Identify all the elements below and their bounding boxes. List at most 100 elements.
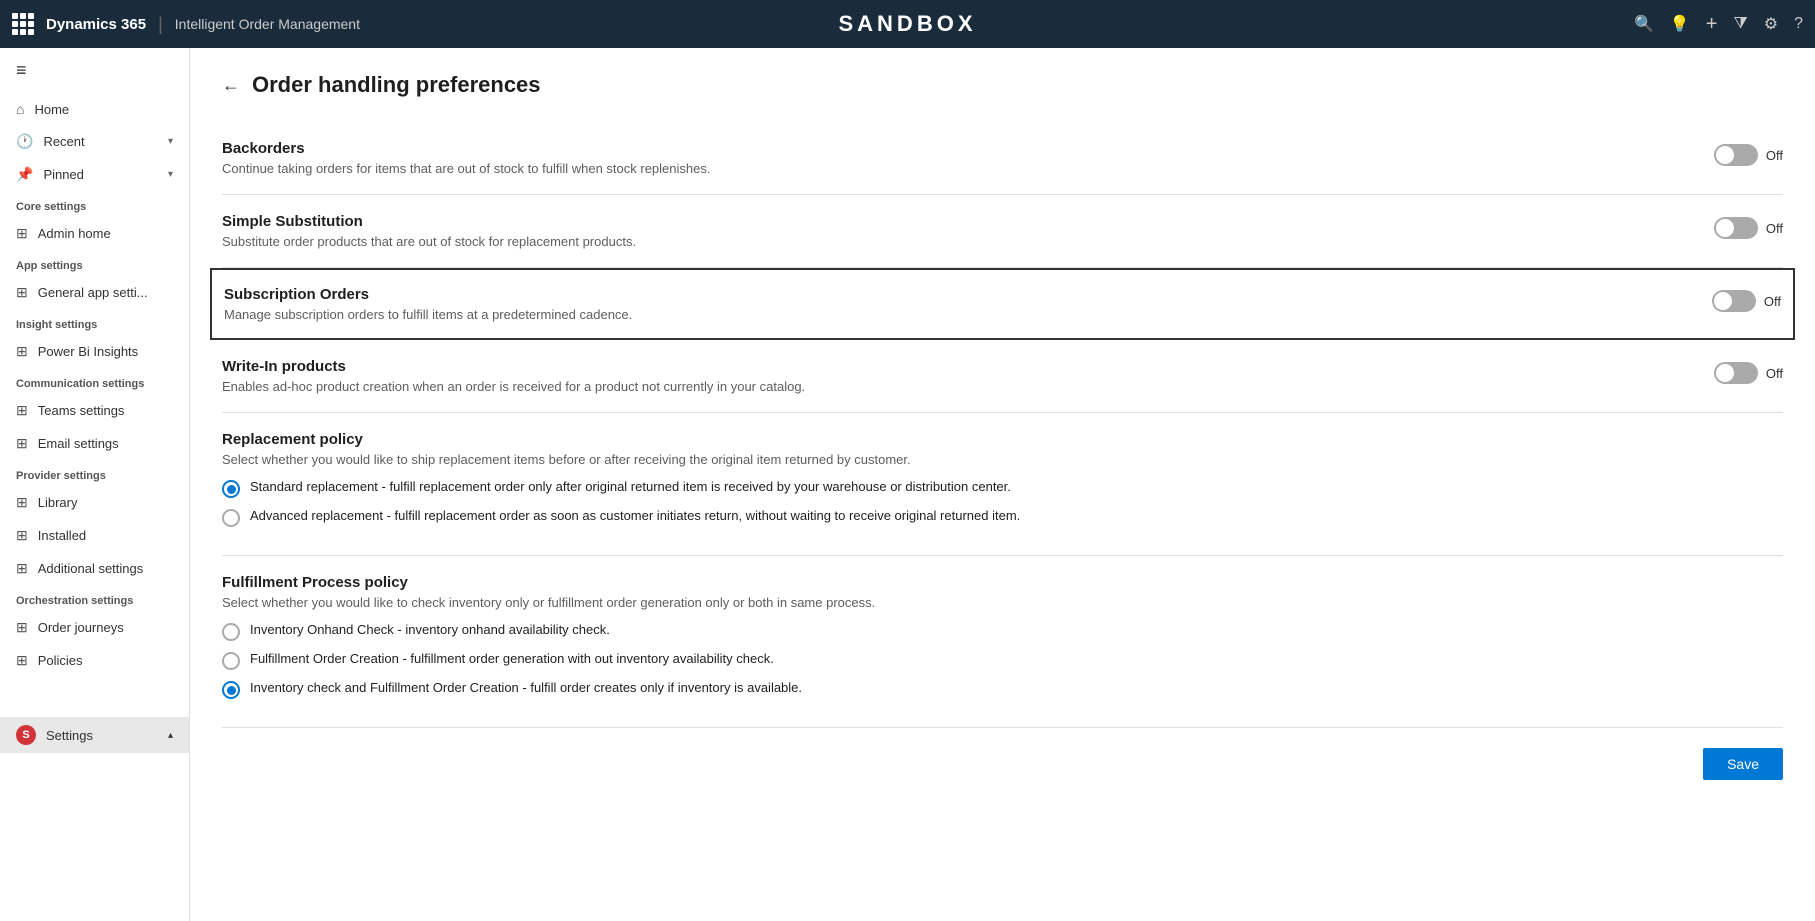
sidebar-admin-home-label: Admin home xyxy=(38,226,111,241)
sidebar-item-recent[interactable]: 🕐 Recent ▾ xyxy=(0,125,189,158)
section-insight-settings: Insight settings xyxy=(0,309,189,335)
replacement-policy-section: Replacement policy Select whether you wo… xyxy=(222,413,1783,556)
radio-fulfillment-order-creation[interactable]: Fulfillment Order Creation - fulfillment… xyxy=(222,651,1783,670)
sidebar-item-installed[interactable]: ⊞ Installed xyxy=(0,519,189,552)
setting-info-subscription-orders: Subscription Orders Manage subscription … xyxy=(224,286,1688,322)
brand-name[interactable]: Dynamics 365 xyxy=(46,16,146,33)
lightbulb-icon[interactable]: 💡 xyxy=(1670,14,1690,34)
sidebar-library-label: Library xyxy=(38,495,78,510)
toggle-group-write-in-products: Off xyxy=(1714,362,1783,384)
toggle-label-simple-substitution: Off xyxy=(1766,221,1783,236)
radio-circle-inventory-onhand xyxy=(222,623,240,641)
setting-row-write-in-products: Write-In products Enables ad-hoc product… xyxy=(222,340,1783,413)
sidebar: ≡ ⌂ Home 🕐 Recent ▾ 📌 Pinned ▾ Core sett… xyxy=(0,48,190,921)
sidebar-item-admin-home[interactable]: ⊞ Admin home xyxy=(0,217,189,250)
settings-chevron: ▴ xyxy=(168,730,173,741)
sidebar-general-app-label: General app setti... xyxy=(38,285,148,300)
recent-icon: 🕐 xyxy=(16,133,33,150)
sidebar-item-email-settings[interactable]: ⊞ Email settings xyxy=(0,427,189,460)
radio-inventory-and-fulfillment[interactable]: Inventory check and Fulfillment Order Cr… xyxy=(222,680,1783,699)
toggle-label-backorders: Off xyxy=(1766,148,1783,163)
radio-circle-standard xyxy=(222,480,240,498)
sidebar-email-label: Email settings xyxy=(38,436,119,451)
email-icon: ⊞ xyxy=(16,435,28,452)
replacement-policy-title: Replacement policy xyxy=(222,431,1783,448)
main-layout: ≡ ⌂ Home 🕐 Recent ▾ 📌 Pinned ▾ Core sett… xyxy=(0,48,1815,921)
sidebar-item-general-app[interactable]: ⊞ General app setti... xyxy=(0,276,189,309)
hamburger-icon[interactable]: ≡ xyxy=(0,48,189,93)
sidebar-settings-label: Settings xyxy=(46,728,93,743)
order-journeys-icon: ⊞ xyxy=(16,619,28,636)
sidebar-item-power-bi[interactable]: ⊞ Power Bi Insights xyxy=(0,335,189,368)
replacement-policy-desc: Select whether you would like to ship re… xyxy=(222,452,1783,467)
toggle-group-simple-substitution: Off xyxy=(1714,217,1783,239)
toggle-simple-substitution[interactable] xyxy=(1714,217,1758,239)
setting-desc-subscription-orders: Manage subscription orders to fulfill it… xyxy=(224,307,1688,322)
radio-label-inventory-onhand: Inventory Onhand Check - inventory onhan… xyxy=(250,622,610,637)
fulfillment-policy-section: Fulfillment Process policy Select whethe… xyxy=(222,556,1783,728)
setting-desc-simple-substitution: Substitute order products that are out o… xyxy=(222,234,1690,249)
toggle-group-subscription-orders: Off xyxy=(1712,290,1781,312)
top-nav: Dynamics 365 | Intelligent Order Managem… xyxy=(0,0,1815,48)
setting-name-simple-substitution: Simple Substitution xyxy=(222,213,1690,230)
home-icon: ⌂ xyxy=(16,101,24,117)
settings-badge: S xyxy=(16,725,36,745)
pinned-chevron: ▾ xyxy=(168,169,173,180)
sidebar-item-home[interactable]: ⌂ Home xyxy=(0,93,189,125)
toggle-label-write-in-products: Off xyxy=(1766,366,1783,381)
waffle-icon[interactable] xyxy=(12,13,34,35)
help-icon[interactable]: ? xyxy=(1794,15,1803,33)
setting-name-backorders: Backorders xyxy=(222,140,1690,157)
sidebar-additional-label: Additional settings xyxy=(38,561,144,576)
radio-label-fulfillment-order-creation: Fulfillment Order Creation - fulfillment… xyxy=(250,651,774,666)
sidebar-power-bi-label: Power Bi Insights xyxy=(38,344,138,359)
toggle-backorders[interactable] xyxy=(1714,144,1758,166)
teams-icon: ⊞ xyxy=(16,402,28,419)
sidebar-item-order-journeys[interactable]: ⊞ Order journeys xyxy=(0,611,189,644)
section-core-settings: Core settings xyxy=(0,191,189,217)
back-button[interactable]: ← xyxy=(222,75,240,96)
general-app-icon: ⊞ xyxy=(16,284,28,301)
radio-label-advanced: Advanced replacement - fulfill replaceme… xyxy=(250,508,1020,523)
sidebar-item-library[interactable]: ⊞ Library xyxy=(0,486,189,519)
radio-inventory-onhand[interactable]: Inventory Onhand Check - inventory onhan… xyxy=(222,622,1783,641)
radio-standard-replacement[interactable]: Standard replacement - fulfill replaceme… xyxy=(222,479,1783,498)
gear-icon[interactable]: ⚙ xyxy=(1764,14,1778,34)
pinned-icon: 📌 xyxy=(16,166,33,183)
setting-row-simple-substitution: Simple Substitution Substitute order pro… xyxy=(222,195,1783,268)
library-icon: ⊞ xyxy=(16,494,28,511)
toggle-write-in-products[interactable] xyxy=(1714,362,1758,384)
radio-label-standard: Standard replacement - fulfill replaceme… xyxy=(250,479,1011,494)
radio-circle-fulfillment-order-creation xyxy=(222,652,240,670)
setting-info-backorders: Backorders Continue taking orders for it… xyxy=(222,140,1690,176)
sidebar-item-teams-settings[interactable]: ⊞ Teams settings xyxy=(0,394,189,427)
radio-label-inventory-and-fulfillment: Inventory check and Fulfillment Order Cr… xyxy=(250,680,802,695)
add-icon[interactable]: + xyxy=(1706,13,1718,36)
sidebar-pinned-label: Pinned xyxy=(43,167,83,182)
brand-separator: | xyxy=(158,14,163,35)
sidebar-recent-label: Recent xyxy=(43,134,84,149)
search-icon[interactable]: 🔍 xyxy=(1634,14,1654,34)
save-button[interactable]: Save xyxy=(1703,748,1783,780)
setting-info-simple-substitution: Simple Substitution Substitute order pro… xyxy=(222,213,1690,249)
sidebar-order-journeys-label: Order journeys xyxy=(38,620,124,635)
power-bi-icon: ⊞ xyxy=(16,343,28,360)
sidebar-item-settings[interactable]: S Settings ▴ xyxy=(0,717,189,753)
toggle-group-backorders: Off xyxy=(1714,144,1783,166)
toggle-subscription-orders[interactable] xyxy=(1712,290,1756,312)
sidebar-item-pinned[interactable]: 📌 Pinned ▾ xyxy=(0,158,189,191)
funnel-icon[interactable]: ⧩ xyxy=(1733,15,1747,33)
toggle-label-subscription-orders: Off xyxy=(1764,294,1781,309)
sidebar-installed-label: Installed xyxy=(38,528,86,543)
page-title: Order handling preferences xyxy=(252,72,541,98)
section-communication-settings: Communication settings xyxy=(0,368,189,394)
sidebar-item-additional-settings[interactable]: ⊞ Additional settings xyxy=(0,552,189,585)
radio-advanced-replacement[interactable]: Advanced replacement - fulfill replaceme… xyxy=(222,508,1783,527)
app-name: Intelligent Order Management xyxy=(175,16,360,32)
sidebar-item-policies[interactable]: ⊞ Policies xyxy=(0,644,189,677)
additional-settings-icon: ⊞ xyxy=(16,560,28,577)
fulfillment-policy-desc: Select whether you would like to check i… xyxy=(222,595,1783,610)
setting-info-write-in-products: Write-In products Enables ad-hoc product… xyxy=(222,358,1690,394)
section-app-settings: App settings xyxy=(0,250,189,276)
save-bar: Save xyxy=(222,728,1783,780)
